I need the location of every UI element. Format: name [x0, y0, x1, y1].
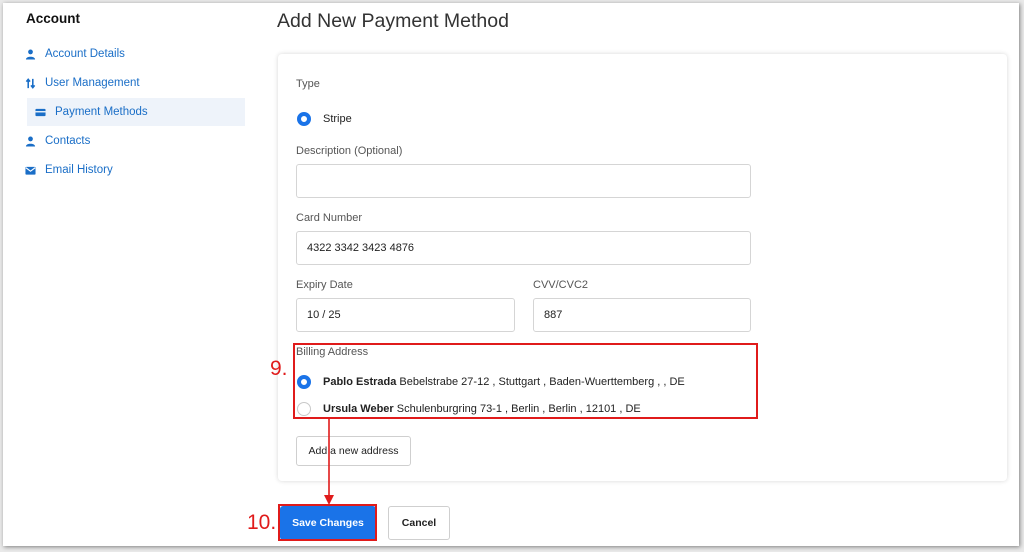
sidebar-item-email-history[interactable]: Email History [19, 156, 245, 184]
annotation-arrow [324, 418, 334, 505]
step-10-label: 10. [247, 511, 277, 534]
billing-address-highlight [293, 343, 758, 419]
sidebar-item-contacts[interactable]: Contacts [19, 127, 245, 155]
swap-arrows-icon [25, 77, 36, 89]
person-icon [25, 49, 36, 60]
sidebar-item-payment-methods[interactable]: Payment Methods [27, 98, 245, 126]
envelope-icon [25, 166, 36, 175]
stripe-radio-label: Stripe [323, 113, 352, 125]
sidebar-item-label: User Management [45, 77, 140, 89]
cvv-label: CVV/CVC2 [533, 279, 589, 291]
credit-card-icon [35, 108, 46, 116]
page-title: Add New Payment Method [277, 10, 509, 32]
person-icon [25, 136, 36, 147]
expiry-date-label: Expiry Date [296, 279, 353, 291]
sidebar-item-account-details[interactable]: Account Details [19, 40, 245, 68]
stripe-radio[interactable] [297, 112, 311, 126]
sidebar-item-label: Account Details [45, 48, 125, 60]
sidebar-item-label: Payment Methods [55, 106, 148, 118]
card-number-label: Card Number [296, 212, 363, 224]
sidebar-item-user-management[interactable]: User Management [19, 69, 245, 97]
cancel-button[interactable]: Cancel [388, 506, 450, 540]
sidebar-title: Account [26, 11, 80, 26]
add-address-button[interactable]: Add a new address [296, 436, 411, 466]
save-changes-highlight [278, 504, 377, 541]
cvv-input[interactable]: 887 [533, 298, 751, 332]
type-label: Type [296, 78, 320, 90]
sidebar-item-label: Email History [45, 164, 113, 176]
sidebar: Account Account Details User Management … [3, 3, 253, 546]
step-9-label: 9. [270, 357, 288, 380]
app-window: Account Account Details User Management … [3, 3, 1019, 546]
sidebar-item-label: Contacts [45, 135, 91, 147]
description-label: Description (Optional) [296, 145, 403, 157]
card-number-input[interactable]: 4322 3342 3423 4876 [296, 231, 751, 265]
description-input[interactable] [296, 164, 751, 198]
expiry-date-input[interactable]: 10 / 25 [296, 298, 515, 332]
